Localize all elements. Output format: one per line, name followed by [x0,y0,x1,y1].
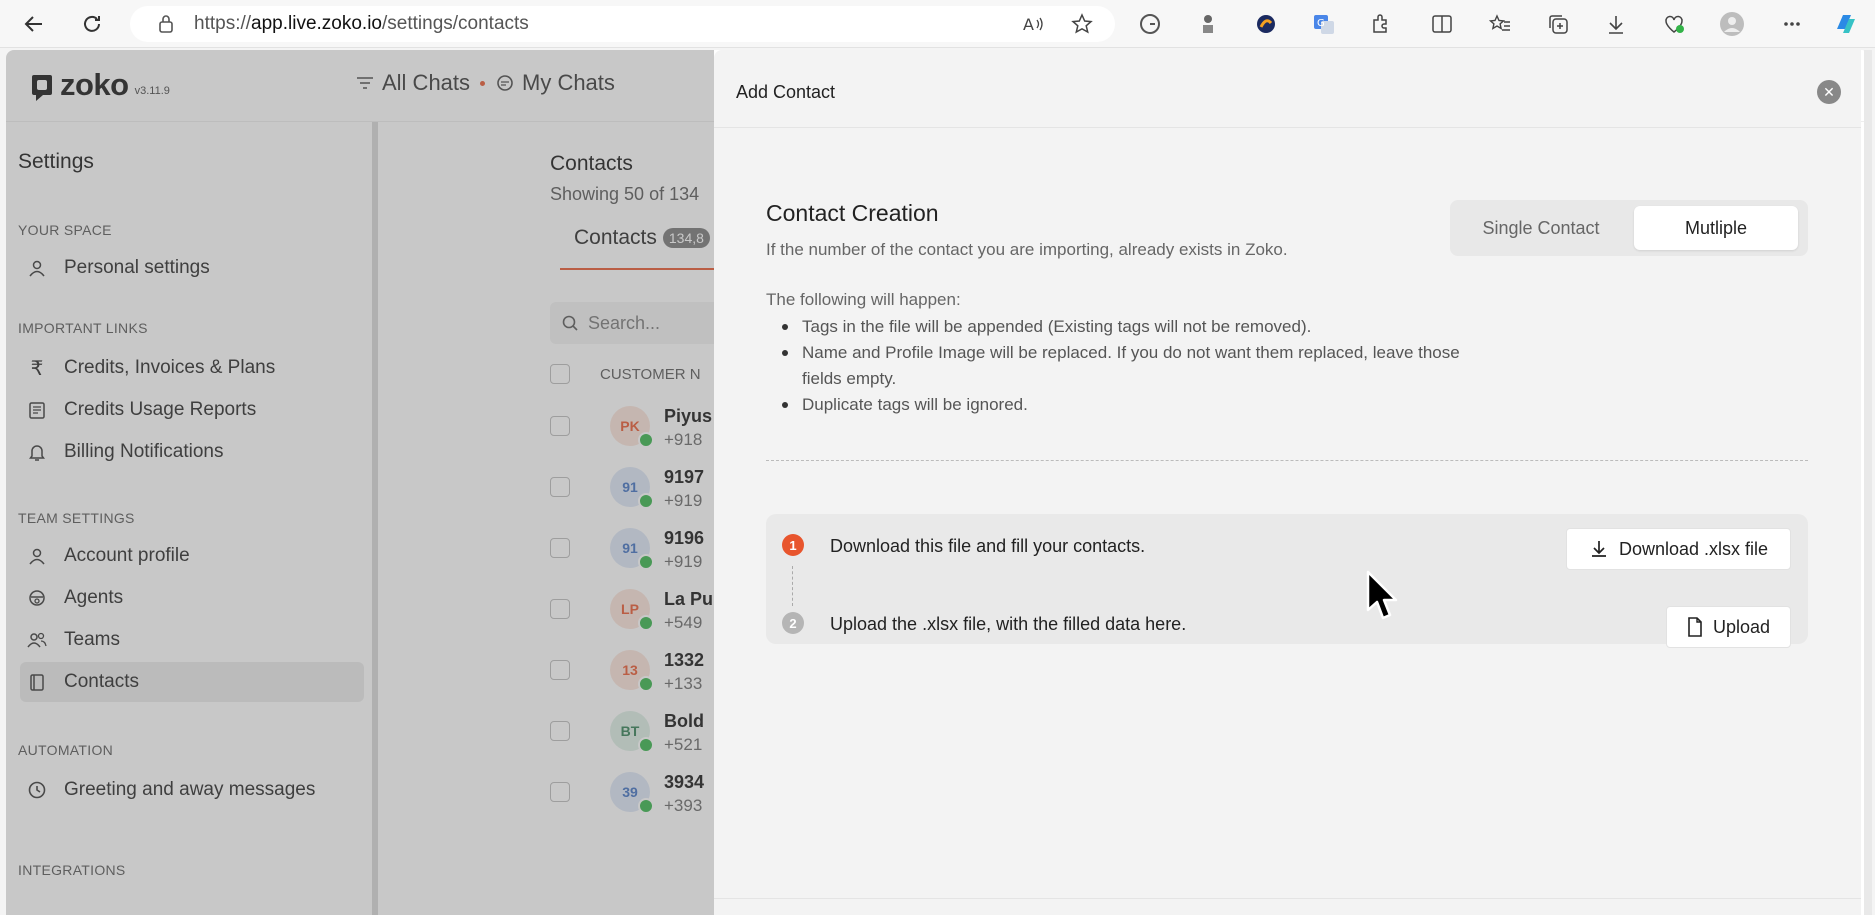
single-contact-option[interactable]: Single Contact [1456,206,1626,250]
extensions-puzzle-icon[interactable] [1366,10,1394,38]
extension-orange-icon[interactable] [1252,10,1280,38]
favorite-star-icon[interactable] [1068,10,1096,38]
split-screen-icon[interactable] [1428,10,1456,38]
rules-list: Tags in the file will be appended (Exist… [766,314,1486,418]
contact-creation-subtitle: If the number of the contact you are imp… [766,240,1288,259]
browser-health-icon[interactable] [1660,10,1688,38]
multiple-contact-option[interactable]: Mutliple [1634,206,1798,250]
mouse-cursor-icon [1366,570,1400,627]
translate-icon[interactable]: G [1310,10,1338,38]
step-connector [792,566,793,606]
step-1-number: 1 [782,534,804,556]
add-contact-modal: Add Contact ✕ Contact Creation If the nu… [714,50,1861,915]
upload-button[interactable]: Upload [1666,606,1791,648]
file-icon [1688,617,1702,637]
contact-creation-title: Contact Creation [766,200,939,226]
rules-heading: The following will happen: [766,290,961,309]
download-button-label: Download .xlsx file [1618,538,1769,559]
contact-mode-toggle: Single Contact Mutliple [1450,200,1808,256]
favorites-icon[interactable] [1486,10,1514,38]
url-text: https://app.live.zoko.io/settings/contac… [194,13,529,34]
modal-scrollbar[interactable] [1864,50,1872,915]
downloads-icon[interactable] [1602,10,1630,38]
refresh-icon[interactable] [78,10,106,38]
modal-footer [714,898,1861,915]
browser-toolbar: https://app.live.zoko.io/settings/contac… [0,0,1875,48]
svg-text:G: G [1317,18,1325,29]
grammarly-icon[interactable] [1136,10,1164,38]
step-1-text: Download this file and fill your contact… [830,536,1146,556]
profile-avatar-icon[interactable] [1718,10,1746,38]
step-2-number: 2 [782,612,804,634]
divider [766,460,1808,461]
rule-item: Tags in the file will be appended (Exist… [766,314,1486,340]
import-steps: 1 Download this file and fill your conta… [766,514,1808,648]
more-menu-icon[interactable] [1778,10,1806,38]
rule-item: Name and Profile Image will be replaced.… [766,340,1486,392]
collections-icon[interactable] [1544,10,1572,38]
svg-text:A: A [1023,15,1034,34]
step-2-text: Upload the .xlsx file, with the filled d… [830,614,1187,634]
back-icon[interactable] [20,10,48,38]
modal-title: Add Contact [736,82,836,102]
upload-button-label: Upload [1712,616,1771,637]
lock-icon [158,14,174,39]
modal-backdrop[interactable] [6,50,714,915]
modal-header: Add Contact ✕ [714,50,1861,128]
rule-item: Duplicate tags will be ignored. [766,392,1486,418]
address-bar[interactable]: https://app.live.zoko.io/settings/contac… [130,6,1115,42]
extension-spy-icon[interactable] [1194,10,1222,38]
download-xlsx-button[interactable]: Download .xlsx file [1566,528,1791,570]
close-icon[interactable]: ✕ [1817,80,1841,104]
read-aloud-icon[interactable]: A [1020,10,1048,38]
download-icon [1591,541,1606,557]
copilot-icon[interactable] [1832,10,1860,38]
